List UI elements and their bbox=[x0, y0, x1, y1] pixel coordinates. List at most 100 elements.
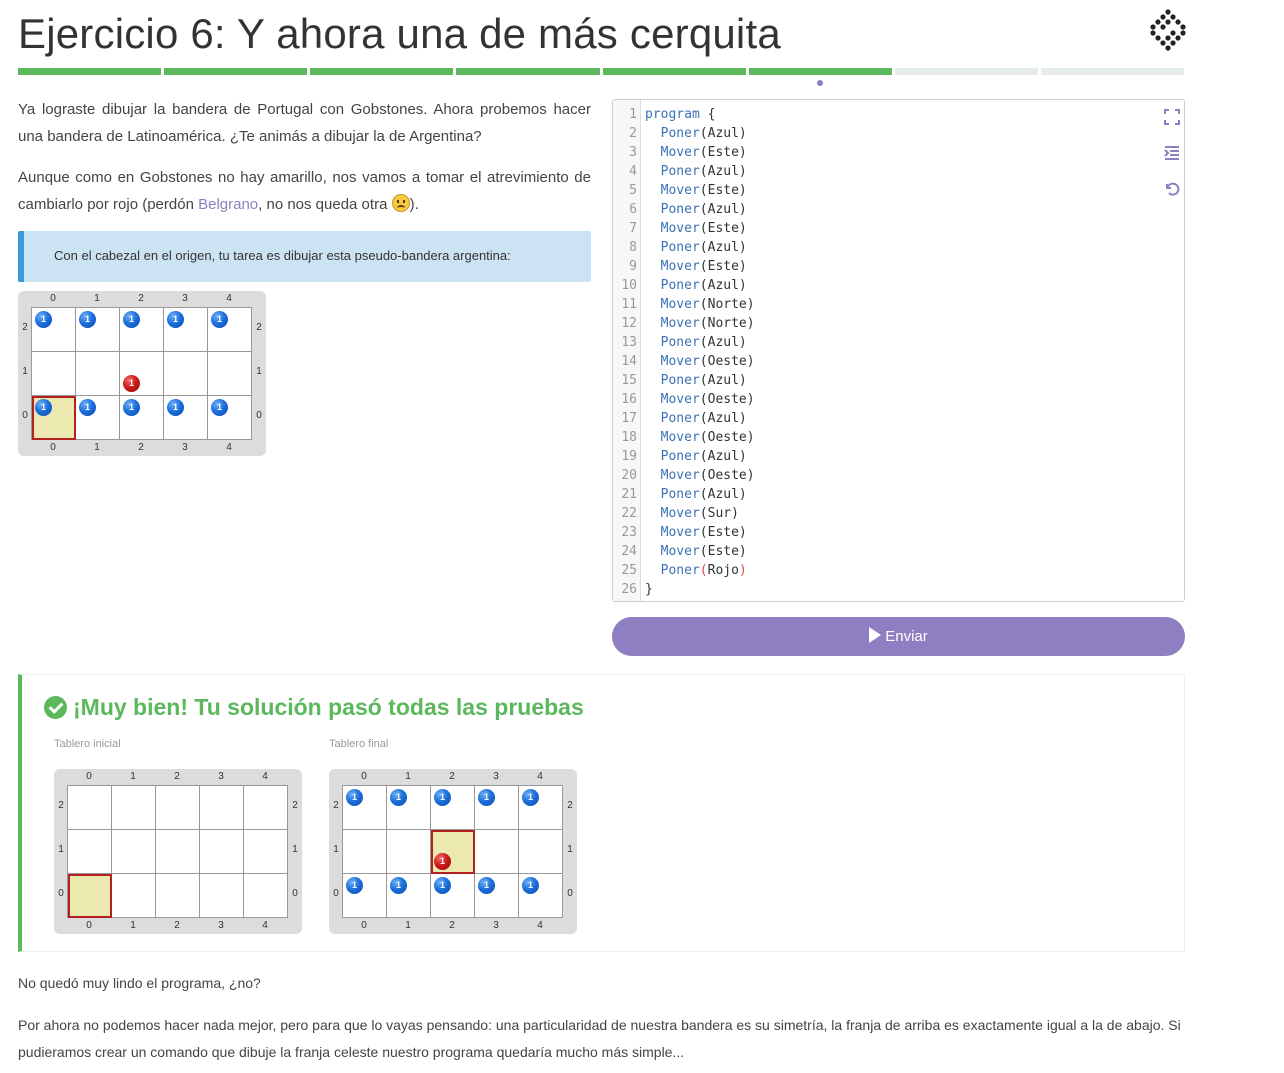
code-text[interactable]: Mover(Este) bbox=[641, 523, 747, 542]
code-text[interactable]: program { bbox=[641, 105, 715, 124]
code-line[interactable]: 2 Poner(Azul) bbox=[613, 124, 1153, 143]
column-label: 3 bbox=[218, 771, 224, 782]
code-text[interactable]: Poner(Azul) bbox=[641, 124, 747, 143]
board-cell: 1 bbox=[343, 786, 387, 830]
code-text[interactable]: Poner(Azul) bbox=[641, 200, 747, 219]
line-number: 8 bbox=[629, 240, 637, 255]
board-cell: 1 bbox=[475, 786, 519, 830]
progress-segment[interactable] bbox=[602, 68, 746, 75]
fullscreen-icon[interactable] bbox=[1163, 109, 1181, 127]
code-text[interactable]: Poner(Azul) bbox=[641, 162, 747, 181]
submit-button-label: Enviar bbox=[885, 628, 928, 645]
code-text[interactable]: Poner(Azul) bbox=[641, 276, 747, 295]
code-line[interactable]: 19 Poner(Azul) bbox=[613, 447, 1153, 466]
code-line[interactable]: 22 Mover(Sur) bbox=[613, 504, 1153, 523]
code-line[interactable]: 25 Poner(Rojo) bbox=[613, 561, 1153, 580]
code-line[interactable]: 15 Poner(Azul) bbox=[613, 371, 1153, 390]
code-line[interactable]: 5 Mover(Este) bbox=[613, 181, 1153, 200]
board-cell bbox=[156, 874, 200, 918]
code-text[interactable]: Poner(Azul) bbox=[641, 447, 747, 466]
code-line[interactable]: 23 Mover(Este) bbox=[613, 523, 1153, 542]
row-label: 2 bbox=[22, 322, 28, 333]
code-line[interactable]: 12 Mover(Norte) bbox=[613, 314, 1153, 333]
column-label: 4 bbox=[262, 771, 268, 782]
board-cell bbox=[244, 874, 288, 918]
blue-ball: 1 bbox=[79, 311, 96, 328]
code-line[interactable]: 20 Mover(Oeste) bbox=[613, 466, 1153, 485]
code-text[interactable]: Poner(Azul) bbox=[641, 485, 747, 504]
column-label: 4 bbox=[226, 293, 232, 304]
progress-segment[interactable] bbox=[1040, 68, 1184, 75]
code-line[interactable]: 7 Mover(Este) bbox=[613, 219, 1153, 238]
code-line[interactable]: 13 Poner(Azul) bbox=[613, 333, 1153, 352]
column-label: 2 bbox=[449, 920, 455, 931]
code-text[interactable]: Poner(Azul) bbox=[641, 409, 747, 428]
code-text[interactable]: Mover(Este) bbox=[641, 257, 747, 276]
board-cell bbox=[32, 352, 76, 396]
reset-icon[interactable] bbox=[1163, 181, 1181, 199]
code-text[interactable]: Mover(Oeste) bbox=[641, 390, 755, 409]
progress-segment[interactable] bbox=[894, 68, 1038, 75]
code-text[interactable]: Mover(Norte) bbox=[641, 314, 755, 333]
editor-code[interactable]: 1 program {2 Poner(Azul) 3 Mover(Este) 4 Po… bbox=[613, 105, 1153, 599]
code-line[interactable]: 17 Poner(Azul) bbox=[613, 409, 1153, 428]
submit-button[interactable]: Enviar bbox=[612, 617, 1185, 656]
code-text[interactable]: Mover(Oeste) bbox=[641, 428, 755, 447]
code-text[interactable]: Mover(Este) bbox=[641, 219, 747, 238]
board-cell: 1 bbox=[120, 396, 164, 440]
code-line[interactable]: 18 Mover(Oeste) bbox=[613, 428, 1153, 447]
code-text[interactable]: } bbox=[641, 580, 653, 599]
column-label: 0 bbox=[361, 771, 367, 782]
code-text[interactable]: Mover(Este) bbox=[641, 181, 747, 200]
code-text[interactable]: Mover(Sur) bbox=[641, 504, 739, 523]
column-label: 1 bbox=[130, 771, 136, 782]
progress-segment[interactable] bbox=[310, 68, 454, 75]
code-line[interactable]: 4 Poner(Azul) bbox=[613, 162, 1153, 181]
board-cell bbox=[200, 874, 244, 918]
code-text[interactable]: Mover(Oeste) bbox=[641, 466, 755, 485]
blue-ball: 1 bbox=[522, 789, 539, 806]
code-line[interactable]: 8 Poner(Azul) bbox=[613, 238, 1153, 257]
progress-segment[interactable] bbox=[456, 68, 600, 75]
code-line[interactable]: 6 Poner(Azul) bbox=[613, 200, 1153, 219]
board-grid: 1 1 1 1 1 1 1 1 1 1 1 bbox=[342, 785, 563, 918]
current-exercise-indicator bbox=[817, 80, 823, 86]
blue-ball: 1 bbox=[478, 789, 495, 806]
progress-segment[interactable] bbox=[164, 68, 308, 75]
board-cell bbox=[76, 352, 120, 396]
code-line[interactable]: 21 Poner(Azul) bbox=[613, 485, 1153, 504]
blue-ball: 1 bbox=[211, 399, 228, 416]
code-text[interactable]: Mover(Este) bbox=[641, 143, 747, 162]
progress-segment[interactable] bbox=[748, 68, 892, 75]
frowning-face-icon bbox=[391, 194, 410, 212]
code-line[interactable]: 26} bbox=[613, 580, 1153, 599]
code-line[interactable]: 3 Mover(Este) bbox=[613, 143, 1153, 162]
code-text[interactable]: Poner(Azul) bbox=[641, 238, 747, 257]
code-line[interactable]: 16 Mover(Oeste) bbox=[613, 390, 1153, 409]
indent-icon[interactable] bbox=[1163, 145, 1181, 163]
line-number: 11 bbox=[621, 297, 637, 312]
blue-ball: 1 bbox=[346, 789, 363, 806]
belgrano-link[interactable]: Belgrano bbox=[198, 196, 258, 213]
code-text[interactable]: Mover(Norte) bbox=[641, 295, 755, 314]
code-editor[interactable]: 1 program {2 Poner(Azul) 3 Mover(Este) 4 Po… bbox=[612, 99, 1185, 602]
board-grid: 1 1 1 1 1 1 1 1 1 1 1 bbox=[31, 307, 252, 440]
code-line[interactable]: 10 Poner(Azul) bbox=[613, 276, 1153, 295]
code-line[interactable]: 9 Mover(Este) bbox=[613, 257, 1153, 276]
board-cell: 1 bbox=[387, 786, 431, 830]
code-text[interactable]: Poner(Azul) bbox=[641, 371, 747, 390]
code-line[interactable]: 1 program { bbox=[613, 105, 1153, 124]
board-cell: 1 bbox=[387, 874, 431, 918]
code-line[interactable]: 24 Mover(Este) bbox=[613, 542, 1153, 561]
exercise-description: Ya lograste dibujar la bandera de Portug… bbox=[18, 96, 591, 232]
code-line[interactable]: 11 Mover(Norte) bbox=[613, 295, 1153, 314]
progress-segment[interactable] bbox=[18, 68, 162, 75]
code-text[interactable]: Mover(Este) bbox=[641, 542, 747, 561]
column-label: 3 bbox=[493, 920, 499, 931]
code-line[interactable]: 14 Mover(Oeste) bbox=[613, 352, 1153, 371]
board-cell: 1 bbox=[32, 308, 76, 352]
code-text[interactable]: Poner(Azul) bbox=[641, 333, 747, 352]
code-text[interactable]: Poner(Rojo) bbox=[641, 561, 747, 580]
code-text[interactable]: Mover(Oeste) bbox=[641, 352, 755, 371]
board-cell bbox=[475, 830, 519, 874]
